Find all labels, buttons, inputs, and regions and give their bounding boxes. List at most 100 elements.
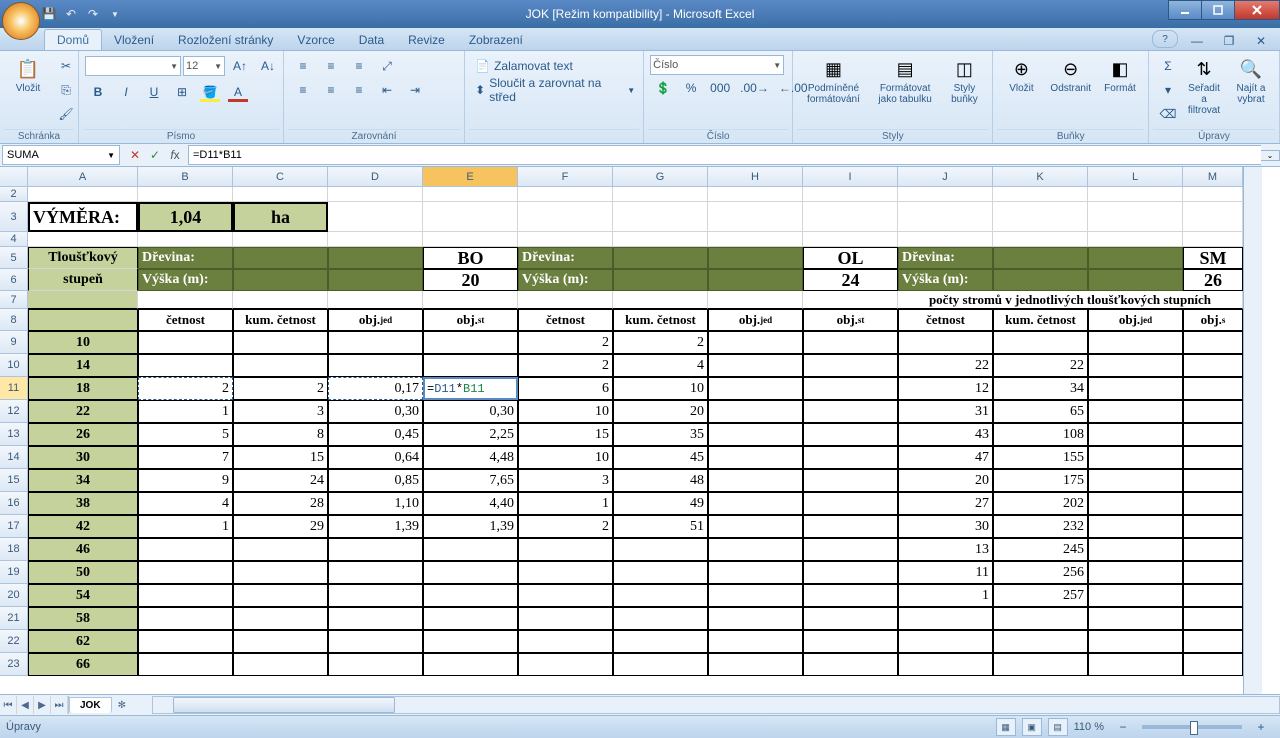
paste-button[interactable]: 📋Vložit bbox=[6, 55, 50, 96]
cell-B20[interactable] bbox=[138, 584, 233, 607]
cell-B5[interactable]: Dřevina: bbox=[138, 247, 233, 269]
cell-M20[interactable] bbox=[1183, 584, 1243, 607]
row-header-22[interactable]: 22 bbox=[0, 630, 28, 653]
cell-D2[interactable] bbox=[328, 187, 423, 202]
row-header-20[interactable]: 20 bbox=[0, 584, 28, 607]
cell-H13[interactable] bbox=[708, 423, 803, 446]
row-header-10[interactable]: 10 bbox=[0, 354, 28, 377]
autosum-icon[interactable]: Σ bbox=[1155, 55, 1181, 77]
cell-C5[interactable] bbox=[233, 247, 328, 269]
select-all-corner[interactable] bbox=[0, 167, 28, 187]
cell-I16[interactable] bbox=[803, 492, 898, 515]
cell-C17[interactable]: 29 bbox=[233, 515, 328, 538]
delete-cells-button[interactable]: ⊖Odstranit bbox=[1046, 55, 1095, 96]
cell-H6[interactable] bbox=[708, 269, 803, 291]
percent-icon[interactable]: % bbox=[678, 77, 704, 99]
cell-D13[interactable]: 0,45 bbox=[328, 423, 423, 446]
fill-color-icon[interactable]: 🪣 bbox=[197, 81, 223, 103]
cell-E8[interactable]: obj.st bbox=[423, 309, 518, 331]
cell-M11[interactable] bbox=[1183, 377, 1243, 400]
sheet-tab-jok[interactable]: JOK bbox=[69, 697, 112, 713]
cell-F14[interactable]: 10 bbox=[518, 446, 613, 469]
cell-C6[interactable] bbox=[233, 269, 328, 291]
fx-icon[interactable]: fx bbox=[166, 146, 184, 164]
cell-E2[interactable] bbox=[423, 187, 518, 202]
workbook-close-icon[interactable]: ✕ bbox=[1248, 30, 1274, 52]
align-bottom-icon[interactable]: ≡ bbox=[346, 55, 372, 77]
cell-B23[interactable] bbox=[138, 653, 233, 676]
cell-A18[interactable]: 46 bbox=[28, 538, 138, 561]
cell-D18[interactable] bbox=[328, 538, 423, 561]
cell-J10[interactable]: 22 bbox=[898, 354, 993, 377]
cell-L19[interactable] bbox=[1088, 561, 1183, 584]
worksheet-grid[interactable]: ABCDEFGHIJKLM23VÝMĚRA:1,04ha45Tloušťkový… bbox=[0, 167, 1280, 694]
row-header-19[interactable]: 19 bbox=[0, 561, 28, 584]
cell-J15[interactable]: 20 bbox=[898, 469, 993, 492]
find-select-button[interactable]: 🔍Najít a vybrat bbox=[1229, 55, 1273, 107]
cell-H7[interactable] bbox=[708, 291, 803, 309]
cell-F20[interactable] bbox=[518, 584, 613, 607]
cell-C18[interactable] bbox=[233, 538, 328, 561]
row-header-13[interactable]: 13 bbox=[0, 423, 28, 446]
redo-icon[interactable]: ↷ bbox=[84, 5, 102, 23]
cell-K14[interactable]: 155 bbox=[993, 446, 1088, 469]
cell-I13[interactable] bbox=[803, 423, 898, 446]
cell-D7[interactable] bbox=[328, 291, 423, 309]
view-normal-icon[interactable]: ▦ bbox=[996, 718, 1016, 736]
col-header-J[interactable]: J bbox=[898, 167, 993, 187]
cell-D3[interactable] bbox=[328, 202, 423, 232]
cell-G11[interactable]: 10 bbox=[613, 377, 708, 400]
cell-F11[interactable]: 6 bbox=[518, 377, 613, 400]
cell-A17[interactable]: 42 bbox=[28, 515, 138, 538]
cell-J17[interactable]: 30 bbox=[898, 515, 993, 538]
cell-D11[interactable]: 0,17 bbox=[328, 377, 423, 400]
cell-G14[interactable]: 45 bbox=[613, 446, 708, 469]
cell-E13[interactable]: 2,25 bbox=[423, 423, 518, 446]
ribbon-minimize-icon[interactable]: — bbox=[1184, 30, 1210, 52]
cell-G4[interactable] bbox=[613, 232, 708, 247]
col-header-E[interactable]: E bbox=[423, 167, 518, 187]
cell-M22[interactable] bbox=[1183, 630, 1243, 653]
formula-input[interactable]: =D11*B11 bbox=[188, 145, 1261, 165]
cell-F5[interactable]: Dřevina: bbox=[518, 247, 613, 269]
row-header-5[interactable]: 5 bbox=[0, 247, 28, 269]
cell-A12[interactable]: 22 bbox=[28, 400, 138, 423]
cell-I15[interactable] bbox=[803, 469, 898, 492]
row-header-6[interactable]: 6 bbox=[0, 269, 28, 291]
cell-K17[interactable]: 232 bbox=[993, 515, 1088, 538]
zoom-slider[interactable] bbox=[1142, 725, 1242, 729]
cell-E18[interactable] bbox=[423, 538, 518, 561]
cell-C4[interactable] bbox=[233, 232, 328, 247]
cell-C9[interactable] bbox=[233, 331, 328, 354]
cell-K8[interactable]: kum. četnost bbox=[993, 309, 1088, 331]
cell-K19[interactable]: 256 bbox=[993, 561, 1088, 584]
cell-D22[interactable] bbox=[328, 630, 423, 653]
cell-I20[interactable] bbox=[803, 584, 898, 607]
cell-D16[interactable]: 1,10 bbox=[328, 492, 423, 515]
cell-H16[interactable] bbox=[708, 492, 803, 515]
align-right-icon[interactable]: ≡ bbox=[346, 79, 372, 101]
cell-A5[interactable]: Tloušťkový bbox=[28, 247, 138, 269]
col-header-K[interactable]: K bbox=[993, 167, 1088, 187]
qat-customize-icon[interactable]: ▼ bbox=[106, 5, 124, 23]
cell-I21[interactable] bbox=[803, 607, 898, 630]
cell-F7[interactable] bbox=[518, 291, 613, 309]
cell-F16[interactable]: 1 bbox=[518, 492, 613, 515]
cell-L14[interactable] bbox=[1088, 446, 1183, 469]
undo-icon[interactable]: ↶ bbox=[62, 5, 80, 23]
cell-I14[interactable] bbox=[803, 446, 898, 469]
expand-formula-bar-icon[interactable]: ⌄ bbox=[1261, 150, 1280, 161]
cell-F8[interactable]: četnost bbox=[518, 309, 613, 331]
cell-E4[interactable] bbox=[423, 232, 518, 247]
cell-J3[interactable] bbox=[898, 202, 993, 232]
cell-E11[interactable]: =D11*B11 bbox=[423, 377, 518, 400]
cell-H19[interactable] bbox=[708, 561, 803, 584]
font-combo[interactable]: ▼ bbox=[85, 56, 181, 76]
cell-M6[interactable]: 26 bbox=[1183, 269, 1243, 291]
cell-H11[interactable] bbox=[708, 377, 803, 400]
row-header-7[interactable]: 7 bbox=[0, 291, 28, 309]
cell-B9[interactable] bbox=[138, 331, 233, 354]
cell-I22[interactable] bbox=[803, 630, 898, 653]
cell-M17[interactable] bbox=[1183, 515, 1243, 538]
cell-A21[interactable]: 58 bbox=[28, 607, 138, 630]
